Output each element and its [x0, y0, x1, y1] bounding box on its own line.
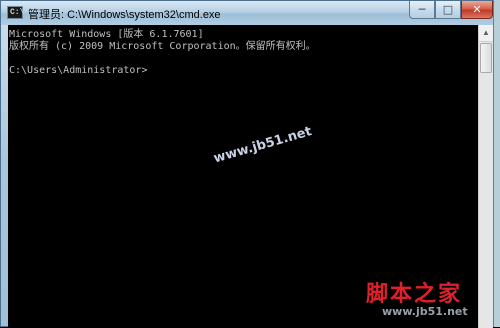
close-button[interactable]: ✕: [461, 1, 493, 19]
console-line-copyright: 版权所有 (c) 2009 Microsoft Corporation。保留所有…: [9, 41, 316, 52]
site-logo-url: www.jb51.net: [382, 305, 468, 318]
window-title: 管理员: C:\Windows\system32\cmd.exe: [28, 9, 221, 21]
console-prompt: C:\Users\Administrator>: [9, 65, 148, 76]
maximize-button[interactable]: □: [435, 1, 461, 19]
minimize-button[interactable]: ─: [409, 1, 435, 19]
scroll-up-arrow-icon[interactable]: ▲: [479, 25, 493, 42]
cmd-app-icon[interactable]: C:\: [7, 6, 25, 19]
console-line-version: Microsoft Windows [版本 6.1.7601]: [9, 29, 204, 40]
title-bar[interactable]: C:\ 管理员: C:\Windows\system32\cmd.exe ─ □…: [1, 1, 493, 25]
app-icon-glyph: C:\: [10, 8, 25, 17]
vertical-scrollbar[interactable]: ▲: [478, 25, 493, 328]
scroll-thumb[interactable]: [480, 43, 492, 73]
site-logo: 脚本之家: [366, 281, 463, 307]
